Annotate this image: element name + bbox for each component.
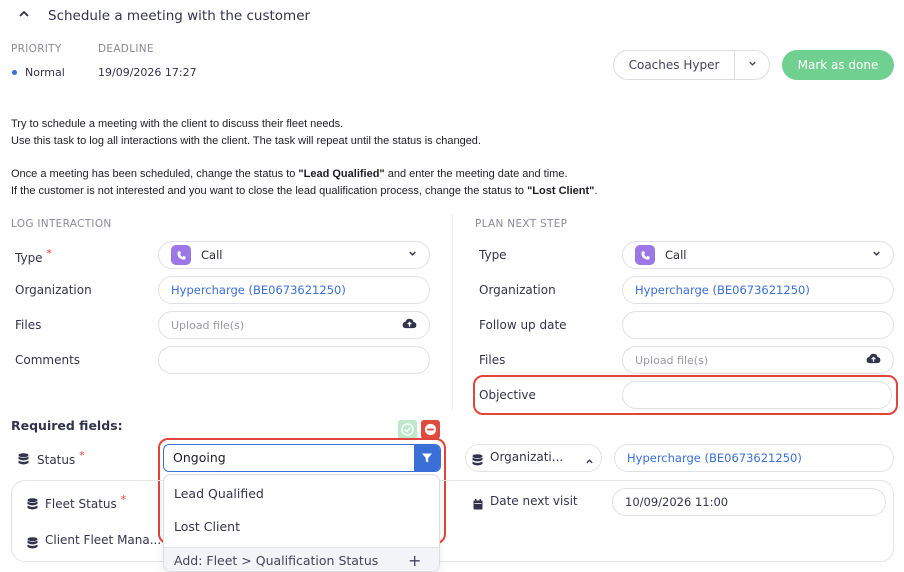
log-type-label: Type * — [15, 247, 52, 265]
log-org-field[interactable]: Hypercharge (BE0673621250) — [158, 276, 430, 304]
required-org-field[interactable]: Hypercharge (BE0673621250) — [614, 444, 894, 472]
plan-followup-label: Follow up date — [479, 318, 567, 332]
description-line: Once a meeting has been scheduled, chang… — [11, 168, 568, 180]
plan-org-label: Organization — [479, 283, 556, 297]
cloud-upload-icon[interactable] — [866, 353, 881, 367]
status-label: Status * — [37, 449, 85, 467]
filter-icon[interactable] — [414, 445, 440, 471]
database-icon — [472, 451, 483, 470]
description-line: Try to schedule a meeting with the clien… — [11, 118, 344, 130]
status-value[interactable]: Ongoing — [173, 450, 226, 465]
status-dropdown-menu: Lead Qualified Lost Client Add: Fleet > … — [163, 474, 440, 572]
plan-org-field[interactable]: Hypercharge (BE0673621250) — [622, 276, 894, 304]
log-files-placeholder: Upload file(s) — [171, 318, 245, 332]
status-option-lost-client[interactable]: Lost Client — [174, 519, 240, 534]
chevron-down-icon[interactable] — [735, 59, 769, 71]
fleet-status-label: Fleet Status * — [45, 493, 127, 511]
database-icon — [18, 450, 29, 469]
phone-icon — [635, 245, 655, 265]
priority-dot-icon — [12, 70, 17, 75]
chevron-down-icon[interactable] — [872, 249, 881, 261]
owner-name[interactable]: Coaches Hyper — [614, 51, 735, 79]
status-option-lead-qualified[interactable]: Lead Qualified — [174, 486, 264, 501]
calendar-icon — [473, 495, 483, 514]
plan-objective-label: Objective — [479, 388, 536, 402]
plan-files-placeholder: Upload file(s) — [635, 353, 709, 367]
database-icon — [27, 495, 38, 514]
log-org-label: Organization — [15, 283, 92, 297]
plus-icon[interactable]: + — [408, 551, 421, 570]
priority-label: PRIORITY — [11, 43, 62, 55]
collapse-chevron-icon[interactable] — [18, 8, 30, 24]
log-type-select[interactable]: Call — [158, 241, 430, 269]
log-type-value: Call — [201, 248, 223, 262]
plan-followup-date-input[interactable] — [622, 311, 894, 339]
date-next-visit-label: Date next visit — [490, 494, 578, 508]
plan-files-label: Files — [479, 353, 506, 367]
priority-value: Normal — [25, 66, 65, 79]
task-title: Schedule a meeting with the customer — [48, 8, 311, 24]
cloud-upload-icon[interactable] — [402, 318, 417, 332]
required-fields-heading: Required fields: — [11, 418, 123, 433]
cancel-minus-icon[interactable] — [421, 420, 440, 439]
log-files-upload[interactable]: Upload file(s) — [158, 311, 430, 339]
plan-type-value: Call — [665, 248, 687, 262]
plan-org-link[interactable]: Hypercharge (BE0673621250) — [635, 283, 810, 297]
chevron-up-icon[interactable] — [585, 451, 594, 470]
client-fleet-manager-label: Client Fleet Mana... — [45, 533, 162, 547]
plan-type-select[interactable]: Call — [622, 241, 894, 269]
log-comments-input[interactable] — [158, 346, 430, 374]
owner-select[interactable]: Coaches Hyper — [613, 50, 770, 80]
description-line: Use this task to log all interactions wi… — [11, 135, 481, 147]
add-option-row[interactable]: Add: Fleet > Qualification Status + — [164, 547, 439, 571]
date-next-visit-value: 10/09/2026 11:00 — [625, 495, 729, 509]
log-org-link[interactable]: Hypercharge (BE0673621250) — [171, 283, 346, 297]
plan-objective-input[interactable] — [622, 381, 892, 409]
status-select-input[interactable]: Ongoing — [163, 444, 441, 472]
plan-files-upload[interactable]: Upload file(s) — [622, 346, 894, 374]
add-option-label[interactable]: Add: Fleet > Qualification Status — [174, 553, 378, 568]
log-comments-label: Comments — [15, 353, 81, 367]
chevron-down-icon[interactable] — [408, 249, 417, 261]
mark-as-done-button[interactable]: Mark as done — [782, 50, 894, 80]
phone-icon — [171, 245, 191, 265]
date-next-visit-input[interactable]: 10/09/2026 11:00 — [612, 488, 886, 516]
plan-next-step-heading: PLAN NEXT STEP — [475, 218, 568, 230]
log-interaction-heading: LOG INTERACTION — [11, 218, 112, 230]
confirm-check-icon[interactable] — [398, 420, 417, 439]
database-icon — [27, 534, 38, 553]
plan-type-label: Type — [479, 248, 507, 262]
log-files-label: Files — [15, 318, 42, 332]
deadline-label: DEADLINE — [98, 43, 154, 55]
section-divider — [452, 215, 453, 410]
deadline-value: 19/09/2026 17:27 — [98, 66, 197, 79]
required-org-label: Organizati... — [490, 450, 564, 464]
description-line: If the customer is not interested and yo… — [11, 185, 598, 197]
required-org-link[interactable]: Hypercharge (BE0673621250) — [627, 451, 802, 465]
